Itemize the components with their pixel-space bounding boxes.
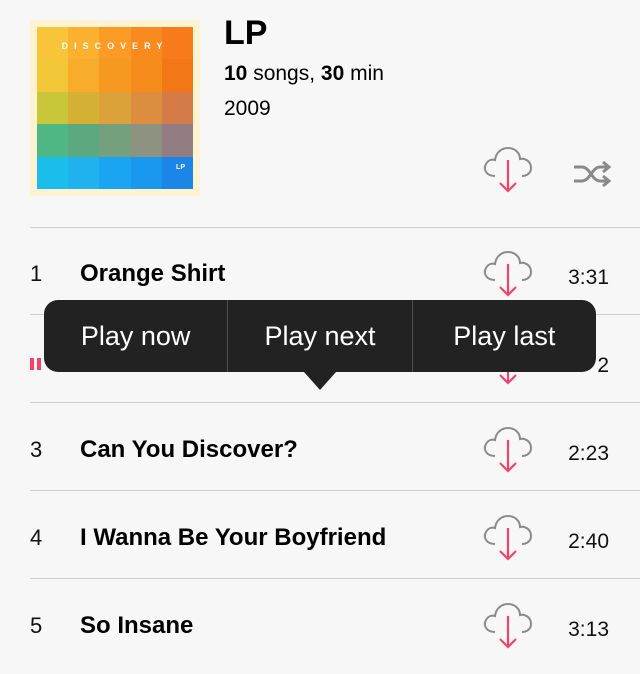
track-number: 3 xyxy=(30,437,43,462)
track-row[interactable]: 5 So Insane 3:13 xyxy=(0,582,640,670)
track-number: 1 xyxy=(30,261,43,286)
track-title: So Insane xyxy=(80,612,194,639)
cloud-download-icon[interactable] xyxy=(479,422,537,474)
play-last-option[interactable]: Play last xyxy=(411,300,596,372)
track-duration: 2:23 xyxy=(568,442,609,465)
row-divider xyxy=(30,402,640,403)
album-header: DISCOVERY LP LP 10 songs, 30 min 2009 xyxy=(0,0,640,228)
play-now-option[interactable]: Play now xyxy=(44,300,227,372)
songs-label: songs, xyxy=(247,62,321,85)
artwork-color-grid xyxy=(37,27,193,189)
artwork-brand-text: DISCOVERY xyxy=(61,41,169,51)
track-row[interactable]: 3 Can You Discover? 2:23 xyxy=(0,406,640,494)
context-menu: Play now Play next Play last xyxy=(44,300,596,390)
row-divider xyxy=(30,490,640,491)
track-number: 4 xyxy=(30,525,43,550)
track-duration: 3:13 xyxy=(568,618,609,641)
album-duration: 30 xyxy=(320,62,345,85)
album-title: LP xyxy=(224,14,268,52)
cloud-download-icon[interactable] xyxy=(479,142,537,194)
track-title: I Wanna Be Your Boyfriend xyxy=(80,524,387,551)
artwork-image: DISCOVERY LP xyxy=(37,27,193,189)
cloud-download-icon[interactable] xyxy=(479,246,537,298)
track-row[interactable]: 4 I Wanna Be Your Boyfriend 2:40 xyxy=(0,494,640,582)
cloud-download-icon[interactable] xyxy=(479,510,537,562)
track-number: 5 xyxy=(30,613,43,638)
track-title: Can You Discover? xyxy=(80,436,298,463)
cloud-download-icon[interactable] xyxy=(479,598,537,650)
context-menu-pointer xyxy=(304,372,336,390)
play-next-option[interactable]: Play next xyxy=(227,300,411,372)
header-divider xyxy=(30,227,640,228)
row-divider xyxy=(30,578,640,579)
album-meta: 10 songs, 30 min xyxy=(224,62,384,86)
song-count: 10 xyxy=(224,62,248,85)
album-year: 2009 xyxy=(224,97,271,120)
track-duration: 2 xyxy=(597,354,609,377)
album-artwork[interactable]: DISCOVERY LP xyxy=(30,20,200,196)
duration-label: min xyxy=(344,62,384,85)
track-duration: 2:40 xyxy=(568,530,609,553)
shuffle-icon[interactable] xyxy=(570,158,614,190)
artwork-corner-text: LP xyxy=(176,164,185,171)
